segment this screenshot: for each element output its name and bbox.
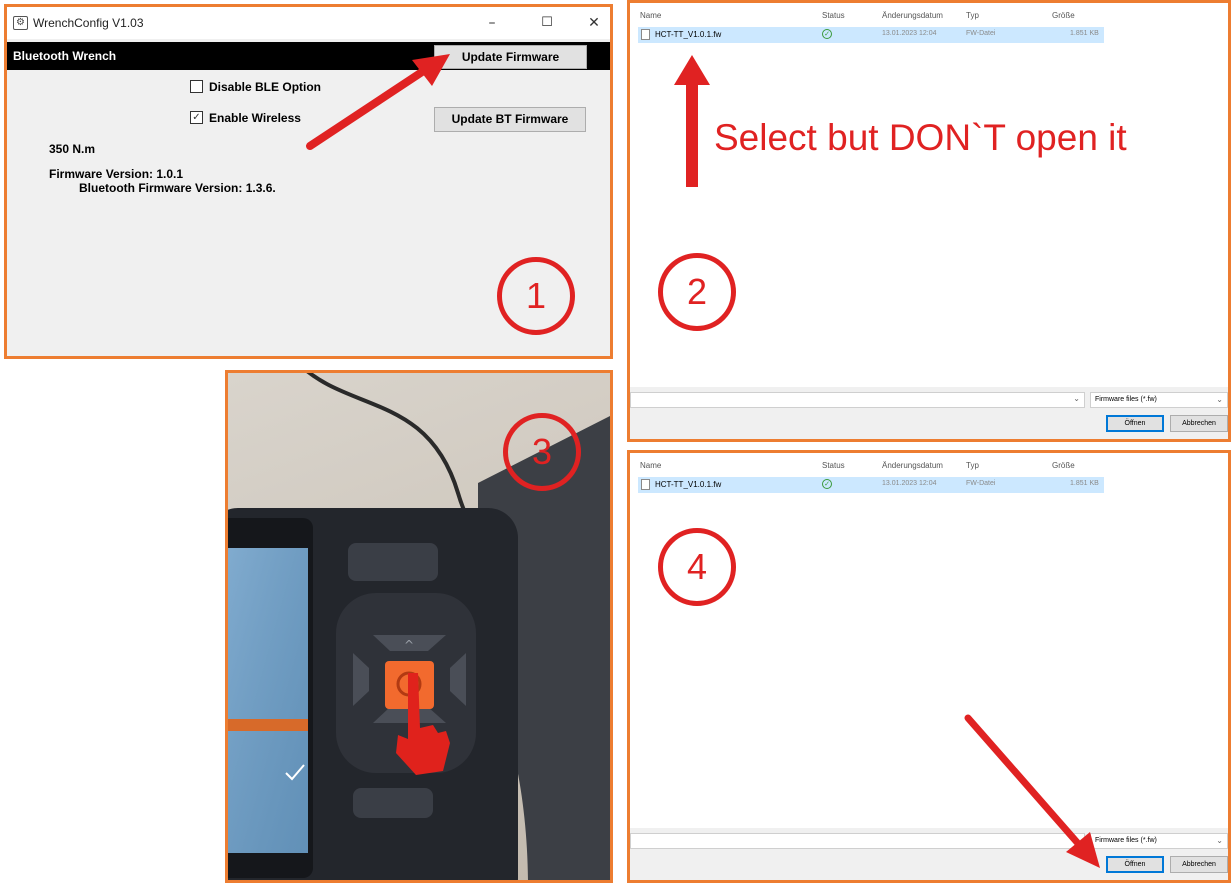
disable-ble-label: Disable BLE Option — [209, 80, 322, 94]
column-type[interactable]: Typ — [966, 11, 979, 20]
file-icon — [641, 479, 650, 490]
chevron-down-icon[interactable]: ⌄ — [1073, 394, 1080, 403]
column-name[interactable]: Name — [640, 461, 661, 470]
update-firmware-button[interactable]: Update Firmware — [434, 45, 587, 69]
dialog-bottom-bar: ⌄ Firmware files (*.fw) ⌄ Öffnen Abbrech… — [630, 387, 1228, 439]
chevron-down-icon[interactable]: ⌄ — [1073, 835, 1080, 844]
window-titlebar: ⚙ WrenchConfig V1.03 – ☐ ✕ — [7, 7, 610, 39]
file-type-filter[interactable]: Firmware files (*.fw) ⌄ — [1090, 392, 1228, 408]
filename-input[interactable]: ⌄ — [630, 392, 1085, 408]
up-arrow-annotation — [674, 55, 710, 187]
chevron-down-icon: ⌄ — [1216, 836, 1223, 845]
torque-value: 350 N.m — [49, 142, 96, 156]
file-date: 13.01.2023 12:04 — [882, 30, 937, 37]
file-type: FW-Datei — [966, 30, 996, 37]
file-size: 1.851 KB — [1070, 30, 1099, 37]
chevron-down-icon: ⌄ — [1216, 395, 1223, 404]
open-button[interactable]: Öffnen — [1106, 415, 1164, 432]
column-size[interactable]: Größe — [1052, 11, 1075, 20]
column-name[interactable]: Name — [640, 11, 661, 20]
column-date[interactable]: Änderungsdatum — [882, 11, 943, 20]
file-type: FW-Datei — [966, 480, 996, 487]
maximize-button[interactable]: ☐ — [532, 11, 562, 35]
minimize-button[interactable]: – — [477, 11, 507, 35]
cancel-button[interactable]: Abbrechen — [1170, 415, 1228, 432]
file-row-selected[interactable]: HCT-TT_V1.0.1.fw ✓ 13.01.2023 12:04 FW-D… — [638, 477, 1104, 493]
file-size: 1.851 KB — [1070, 480, 1099, 487]
update-bt-firmware-button[interactable]: Update BT Firmware — [434, 107, 586, 132]
file-name: HCT-TT_V1.0.1.fw — [655, 30, 722, 39]
file-date: 13.01.2023 12:04 — [882, 480, 937, 487]
check-circle-icon: ✓ — [822, 479, 832, 489]
device-name-label: Bluetooth Wrench — [13, 49, 117, 63]
filter-label: Firmware files (*.fw) — [1095, 837, 1157, 844]
dialog-bottom-bar: ⌄ Firmware files (*.fw) ⌄ Öffnen Abbrech… — [630, 828, 1228, 880]
column-size[interactable]: Größe — [1052, 461, 1075, 470]
cancel-button[interactable]: Abbrechen — [1170, 856, 1228, 873]
file-type-filter[interactable]: Firmware files (*.fw) ⌄ — [1090, 833, 1228, 849]
check-circle-icon: ✓ — [822, 29, 832, 39]
file-row-selected[interactable]: HCT-TT_V1.0.1.fw ✓ 13.01.2023 12:04 FW-D… — [638, 27, 1104, 43]
device-photo-panel: ^ 3 — [225, 370, 613, 883]
column-status[interactable]: Status — [822, 11, 845, 20]
file-dialog-select-panel: Name Status Änderungsdatum Typ Größe HCT… — [627, 0, 1231, 442]
open-button[interactable]: Öffnen — [1106, 856, 1164, 873]
column-type[interactable]: Typ — [966, 461, 979, 470]
filename-input[interactable]: ⌄ — [630, 833, 1085, 849]
file-name: HCT-TT_V1.0.1.fw — [655, 480, 722, 489]
instruction-text: Select but DON`T open it — [714, 117, 1127, 158]
svg-text:^: ^ — [404, 638, 414, 652]
file-dialog-open-panel: Name Status Änderungsdatum Typ Größe HCT… — [627, 450, 1231, 883]
step-3-circle: 3 — [503, 413, 581, 491]
close-button[interactable]: ✕ — [579, 11, 609, 35]
enable-wireless-checkbox[interactable]: ✓ — [190, 111, 203, 124]
wrenchconfig-window-panel: ⚙ WrenchConfig V1.03 – ☐ ✕ Bluetooth Wre… — [4, 4, 613, 359]
column-status[interactable]: Status — [822, 461, 845, 470]
enable-wireless-label: Enable Wireless — [209, 111, 301, 125]
file-icon — [641, 29, 650, 40]
up-arrow-shape — [674, 55, 710, 187]
window-title: WrenchConfig V1.03 — [33, 16, 144, 30]
step-2-circle: 2 — [658, 253, 736, 331]
firmware-version: Firmware Version: 1.0.1 — [49, 167, 184, 181]
wrench-app-icon: ⚙ — [13, 16, 28, 30]
bt-firmware-version: Bluetooth Firmware Version: 1.3.6. — [79, 181, 276, 195]
filter-label: Firmware files (*.fw) — [1095, 396, 1157, 403]
column-date[interactable]: Änderungsdatum — [882, 461, 943, 470]
disable-ble-checkbox[interactable] — [190, 80, 203, 93]
step-1-circle: 1 — [497, 257, 575, 335]
step-4-circle: 4 — [658, 528, 736, 606]
